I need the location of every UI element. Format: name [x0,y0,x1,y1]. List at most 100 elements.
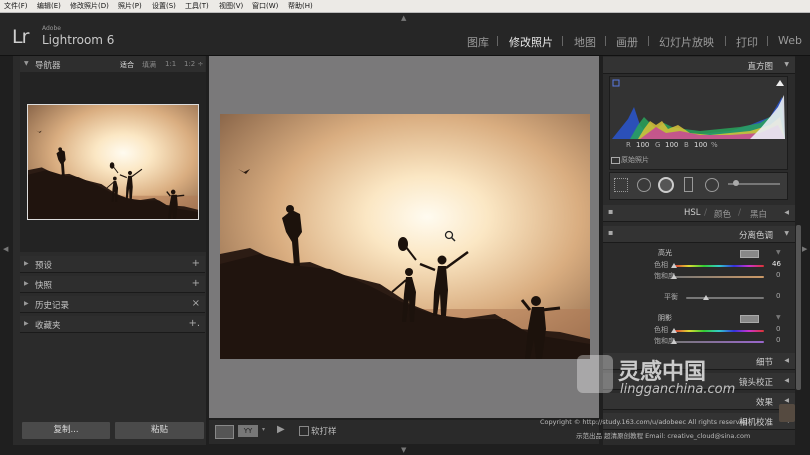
original-photo-checkbox[interactable] [611,157,620,164]
collapse-left-icon[interactable]: ◀ [3,245,8,253]
highlights-hue-value[interactable]: 46 [772,260,781,268]
snapshots-header[interactable]: ▶ 快照 + [20,276,205,293]
add-collection-icon[interactable]: +. [188,318,200,329]
zoom-1to2[interactable]: 1:2 ÷ [184,60,203,68]
menu-help[interactable]: 帮助(H) [288,1,313,11]
navigator-thumbnail[interactable] [27,104,199,220]
adjustment-brush-icon[interactable] [733,180,739,186]
collapse-right-icon[interactable]: ▶ [802,245,807,253]
panel-toggle-icon[interactable]: ▪ [608,207,613,216]
zoom-1to1[interactable]: 1:1 [165,60,176,68]
collections-header[interactable]: ▶ 收藏夹 +. [20,316,205,333]
clear-history-icon[interactable]: × [192,298,200,309]
presets-title: 预设 [35,261,53,271]
menu-develop[interactable]: 修改照片(D) [70,1,109,11]
before-after-dropdown-icon[interactable]: ▾ [262,426,265,433]
highlights-sat-knob[interactable] [671,274,677,279]
before-after-icon[interactable]: YY [238,425,258,437]
collapsed-arrow-icon: ◀ [784,377,789,384]
readout-r-value: 100 [636,141,650,149]
shadows-hue-knob[interactable] [671,328,677,333]
loupe-view-icon[interactable] [215,425,234,439]
balance-slider[interactable] [686,297,764,299]
module-print[interactable]: 打印 [736,34,758,50]
module-web[interactable]: Web [778,34,802,47]
soft-proof-label: 软打样 [311,427,337,437]
highlights-hue-label: 色相 [654,261,668,269]
balance-value[interactable]: 0 [776,292,780,300]
zoom-fill[interactable]: 填满 [142,60,156,70]
presenter-avatar [779,404,795,422]
snapshots-title: 快照 [35,281,53,291]
crop-tool-icon[interactable] [614,178,628,192]
balance-label: 平衡 [664,293,678,301]
collapsed-arrow-icon: ◀ [784,397,789,404]
panel-toggle-icon[interactable]: ▪ [608,228,613,237]
tab-hsl[interactable]: HSL [684,208,701,218]
paste-button[interactable]: 粘贴 [115,422,204,439]
adobe-label: Adobe [42,25,61,32]
menu-photo[interactable]: 照片(P) [118,1,142,11]
menu-settings[interactable]: 设置(S) [152,1,176,11]
graduated-filter-icon[interactable] [684,177,693,192]
add-snapshot-icon[interactable]: + [192,278,200,289]
slideshow-play-icon[interactable]: ▶ [277,424,285,435]
history-header[interactable]: ▶ 历史记录 × [20,296,205,313]
right-panel-scrollbar[interactable] [796,225,801,390]
main-photo[interactable] [220,114,590,359]
highlights-hue-slider[interactable] [674,265,764,267]
hsl-header[interactable]: ▪ HSL / 颜色 / 黑白 ◀ [603,205,795,222]
highlights-color-swatch[interactable] [740,250,759,258]
add-preset-icon[interactable]: + [192,258,200,269]
history-title: 历史记录 [35,301,70,311]
menu-edit[interactable]: 编辑(E) [37,1,61,11]
readout-percent: % [711,141,718,149]
menu-window[interactable]: 窗口(W) [252,1,278,11]
histogram-title: 直方图 [747,62,773,72]
module-develop[interactable]: 修改照片 [509,34,553,50]
menu-tools[interactable]: 工具(T) [185,1,209,11]
menu-file[interactable]: 文件(F) [4,1,28,11]
watermark-domain: lingganchina.com [620,382,736,397]
zoom-fit[interactable]: 适合 [120,60,134,70]
collapse-bottom-icon[interactable]: ▼ [401,446,406,454]
detail-title: 细节 [755,358,773,368]
effects-title: 效果 [755,398,773,408]
watermark-logo [577,355,613,393]
collapse-top-icon[interactable]: ▲ [401,14,406,22]
module-library[interactable]: 图库 [467,34,489,50]
highlights-sat-slider[interactable] [674,276,764,278]
swatch-arrow-icon: ▼ [776,314,781,321]
tab-color[interactable]: 颜色 [714,208,731,220]
navigator-title: 导航器 [35,61,61,71]
module-map[interactable]: 地图 [574,34,596,50]
tab-bw[interactable]: 黑白 [750,208,767,220]
menu-view[interactable]: 视图(V) [219,1,243,11]
histogram-header[interactable]: 直方图 ▼ [603,57,795,74]
soft-proof-checkbox[interactable] [299,426,309,436]
navigator-header[interactable]: ▼ 导航器 [20,56,205,73]
readout-g-label: G [655,141,661,149]
presets-header[interactable]: ▶ 预设 + [20,256,205,273]
redeye-tool-icon[interactable] [658,177,674,193]
shadows-sat-slider[interactable] [674,341,764,343]
shadows-hue-value[interactable]: 0 [776,325,780,333]
shadows-sat-knob[interactable] [671,339,677,344]
split-toning-header[interactable]: ▪ 分离色调 ▼ [603,226,795,243]
copy-button[interactable]: 复制... [22,422,110,439]
balance-knob[interactable] [703,295,709,300]
readout-b-value: 100 [694,141,708,149]
shadows-color-swatch[interactable] [740,315,759,323]
module-slideshow[interactable]: 幻灯片放映 [659,34,714,50]
collapsed-arrow-icon: ◀ [784,357,789,364]
highlights-hue-knob[interactable] [671,263,677,268]
collapsed-arrow-icon: ▶ [24,280,29,287]
spot-removal-icon[interactable] [637,178,651,192]
shadows-hue-slider[interactable] [674,330,764,332]
radial-filter-icon[interactable] [705,178,719,192]
watermark-credits: 示范出品 超清原创教程 Email: creative_cloud@sina.c… [576,432,751,440]
shadows-sat-value[interactable]: 0 [776,336,780,344]
lens-correction-title: 镜头校正 [738,378,773,388]
module-book[interactable]: 画册 [616,34,638,50]
highlights-sat-value[interactable]: 0 [776,271,780,279]
